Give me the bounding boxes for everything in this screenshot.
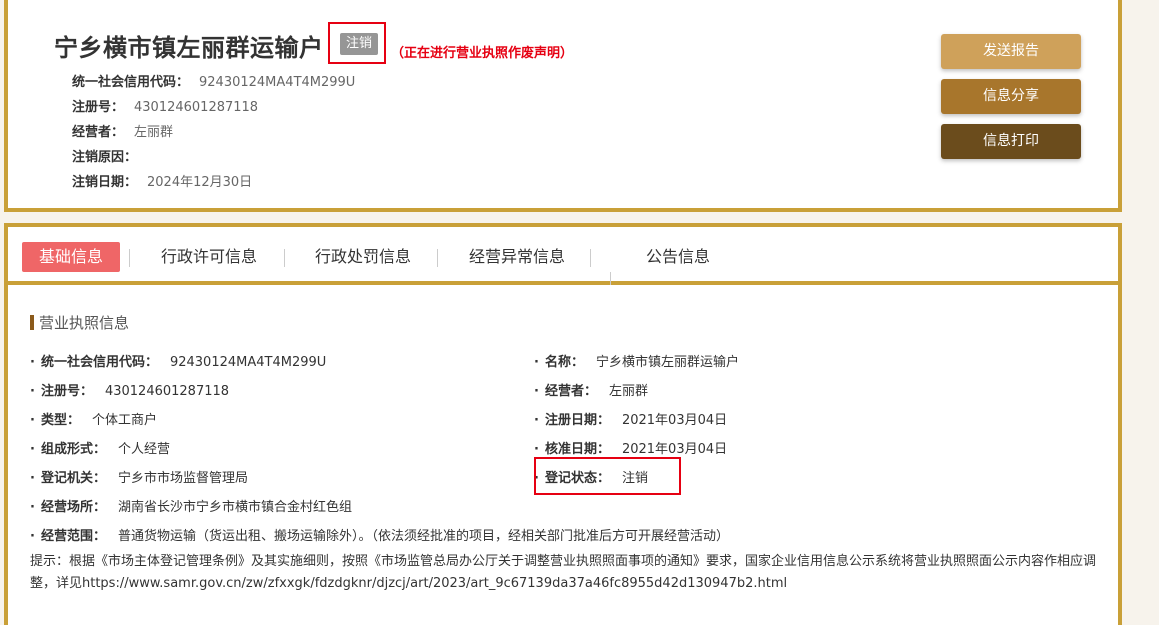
summary-label: 统一社会信用代码： [72,75,190,90]
detail-panel: 基础信息 行政许可信息 行政处罚信息 经营异常信息 公告信息 营业执照信息 · 统… [4,223,1122,625]
send-report-button[interactable]: 发送报告 [941,34,1081,69]
summary-cancel-date: 注销日期： 2024年12月30日 [72,171,252,190]
section-marker [30,315,34,330]
tab-announcement[interactable]: 公告信息 [632,242,724,272]
summary-value: 2024年12月30日 [147,175,253,190]
bullet-dot: · [30,384,35,399]
field-approval-date: · 核准日期： 2021年03月04日 [534,438,727,457]
field-reg-no: · 注册号： 430124601287118 [30,380,229,399]
bullet-dot: · [30,471,35,486]
summary-value: 左丽群 [134,125,174,140]
status-highlight-box [534,457,681,495]
bullet-dot: · [534,413,539,428]
tab-bar: 基础信息 行政许可信息 行政处罚信息 经营异常信息 公告信息 [8,227,1118,285]
field-business-scope: · 经营范围： 普通货物运输（货运出租、搬场运输除外）。（依法须经批准的项目，经相关… [30,525,729,544]
tab-separator [590,249,591,267]
tab-abnormal-operation[interactable]: 经营异常信息 [456,242,578,272]
field-label: 核准日期： [544,442,610,457]
field-operator: · 经营者： 左丽群 [534,380,648,399]
field-name: · 名称： 宁乡横市镇左丽群运输户 [534,351,739,370]
section-title: 营业执照信息 [30,312,129,333]
summary-label: 注册号： [72,100,125,115]
company-header-panel: 宁乡横市镇左丽群运输户 注销 （正在进行营业执照作废声明） 统一社会信用代码： 9… [4,0,1122,212]
section-title-text: 营业执照信息 [39,314,130,332]
field-label: 统一社会信用代码： [40,355,158,370]
bullet-dot: · [534,384,539,399]
field-business-address: · 经营场所： 湖南省长沙市宁乡市横市镇合金村红色组 [30,496,352,515]
bullet-dot: · [30,355,35,370]
bullet-dot: · [30,529,35,544]
field-label: 经营者： [544,384,597,399]
summary-operator: 经营者： 左丽群 [72,121,173,140]
field-value: 个体工商户 [91,413,157,428]
summary-label: 注销原因： [72,150,138,165]
field-value: 92430124MA4T4M299U [169,355,327,370]
tab-divider-tick [610,272,611,285]
company-name: 宁乡横市镇左丽群运输户 [54,34,324,62]
summary-credit-code: 统一社会信用代码： 92430124MA4T4M299U [72,71,355,90]
tab-admin-license[interactable]: 行政许可信息 [148,242,270,272]
field-value: 个人经营 [117,442,170,457]
field-registration-date: · 注册日期： 2021年03月04日 [534,409,727,428]
status-badge: 注销 [340,33,378,55]
field-label: 组成形式： [40,442,106,457]
field-value: 2021年03月04日 [621,442,728,457]
print-info-button[interactable]: 信息打印 [941,124,1081,159]
bullet-dot: · [30,413,35,428]
field-label: 注册号： [40,384,93,399]
field-label: 登记机关： [40,471,106,486]
bullet-dot: · [534,442,539,457]
summary-reg-no: 注册号： 430124601287118 [72,96,258,115]
bullet-dot: · [30,442,35,457]
summary-label: 注销日期： [72,175,138,190]
field-label: 经营场所： [40,500,106,515]
field-value: 左丽群 [608,384,648,399]
field-label: 经营范围： [40,529,106,544]
summary-cancel-reason: 注销原因： [72,146,147,165]
summary-value: 92430124MA4T4M299U [199,75,356,90]
field-value: 430124601287118 [104,384,230,399]
field-registration-authority: · 登记机关： 宁乡市市场监督管理局 [30,467,248,486]
tab-separator [284,249,285,267]
field-label: 注册日期： [544,413,610,428]
field-label: 名称： [544,355,584,370]
field-credit-code: · 统一社会信用代码： 92430124MA4T4M299U [30,351,326,370]
tab-separator [437,249,438,267]
summary-value: 430124601287118 [134,100,259,115]
field-label: 类型： [40,413,80,428]
field-value: 湖南省长沙市宁乡市横市镇合金村红色组 [117,500,352,515]
adjustment-notice: 提示：根据《市场主体登记管理条例》及其实施细则，按照《市场监管总局办公厅关于调整… [30,554,1097,591]
tab-separator [129,249,130,267]
bullet-dot: · [534,355,539,370]
tab-basic-info[interactable]: 基础信息 [22,242,120,272]
summary-label: 经营者： [72,125,125,140]
field-type: · 类型： 个体工商户 [30,409,157,428]
status-highlight-box: 注销 [328,22,386,64]
field-composition: · 组成形式： 个人经营 [30,438,170,457]
cancellation-notice: （正在进行营业执照作废声明） [391,46,574,61]
field-value: 2021年03月04日 [621,413,728,428]
field-value: 宁乡市市场监督管理局 [117,471,248,486]
tab-admin-penalty[interactable]: 行政处罚信息 [302,242,424,272]
bullet-dot: · [30,500,35,515]
share-info-button[interactable]: 信息分享 [941,79,1081,114]
field-value: 宁乡横市镇左丽群运输户 [595,355,739,370]
field-value: 普通货物运输（货运出租、搬场运输除外）。（依法须经批准的项目，经相关部门批准后方… [117,529,729,544]
